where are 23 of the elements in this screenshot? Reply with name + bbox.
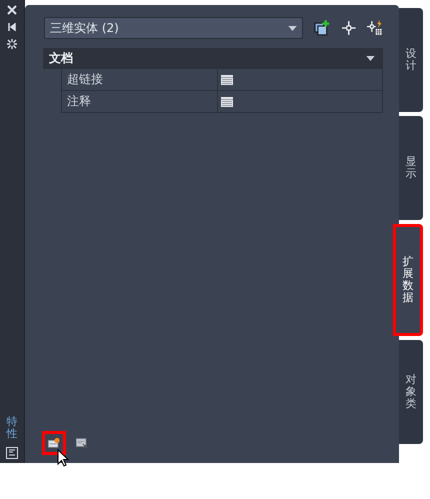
mouse-cursor-icon [57, 449, 69, 467]
section-header[interactable]: 文档 [43, 48, 383, 69]
side-tab[interactable]: 对象类 [399, 340, 423, 444]
property-label: 注释 [62, 91, 218, 112]
auto-hide-icon[interactable] [7, 22, 17, 32]
add-record-icon [48, 437, 60, 449]
properties-icon[interactable] [6, 447, 18, 459]
table-icon[interactable] [221, 96, 233, 106]
property-label: 超链接 [62, 69, 218, 90]
settings-icon[interactable] [7, 39, 17, 49]
quick-select-icon[interactable] [367, 20, 383, 36]
side-tab[interactable]: 设计 [399, 8, 423, 112]
caret-icon [288, 26, 298, 30]
collapse-caret-icon[interactable] [366, 56, 375, 61]
side-tab[interactable]: 显示 [399, 116, 423, 220]
table-icon[interactable] [221, 74, 233, 84]
object-type-dropdown[interactable]: 三维实体 (2) [44, 17, 304, 39]
palette-title: 特性 [6, 416, 18, 440]
close-icon[interactable] [7, 5, 17, 15]
side-tab[interactable]: 扩展数据 [393, 224, 423, 336]
add-selection-icon[interactable] [314, 20, 330, 36]
remove-record-icon [76, 437, 88, 449]
crosshair-icon[interactable] [340, 20, 356, 36]
